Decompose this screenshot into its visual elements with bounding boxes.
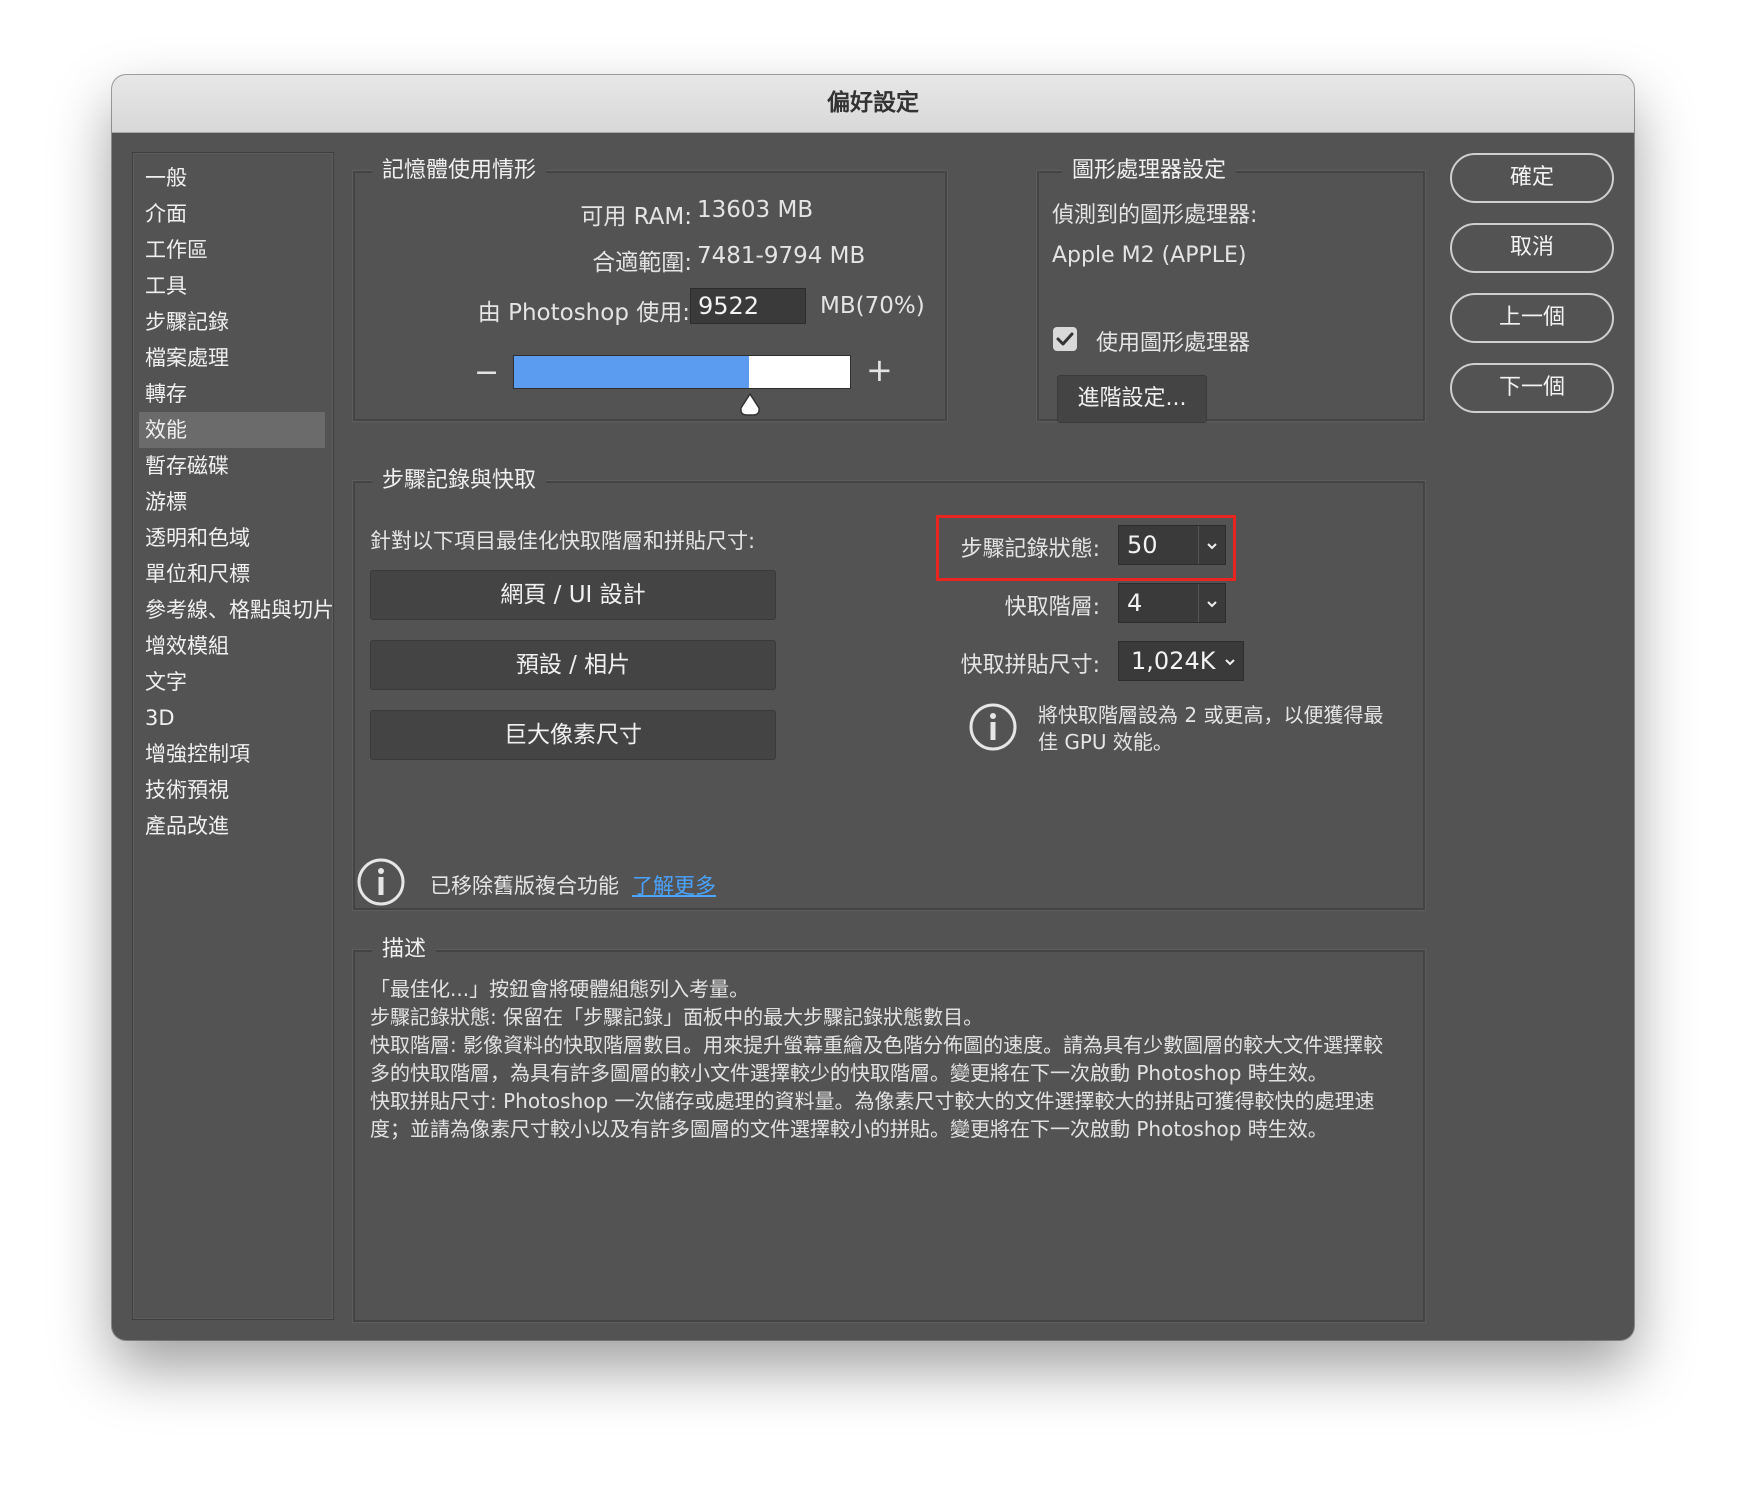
optimize-label: 針對以下項目最佳化快取階層和拼貼尺寸: bbox=[370, 529, 756, 553]
sidebar-item-cursors[interactable]: 游標 bbox=[139, 484, 325, 520]
preset-huge-pixel-button[interactable]: 巨大像素尺寸 bbox=[370, 710, 776, 760]
use-gpu-label: 使用圖形處理器 bbox=[1096, 331, 1251, 356]
info-circle-icon bbox=[969, 703, 1017, 751]
sidebar-item-tools[interactable]: 工具 bbox=[139, 268, 325, 304]
next-button[interactable]: 下一個 bbox=[1450, 363, 1614, 413]
history-cache-legend: 步驟記錄與快取 bbox=[372, 462, 547, 494]
history-states-label: 步驟記錄狀態: bbox=[960, 537, 1100, 562]
cache-levels-label: 快取階層: bbox=[1004, 595, 1100, 620]
available-ram-label: 可用 RAM: bbox=[580, 204, 692, 230]
checkmark-icon bbox=[1056, 332, 1074, 346]
sidebar-item-transparency-gamut[interactable]: 透明和色域 bbox=[139, 520, 325, 556]
sidebar-item-product-improvement[interactable]: 產品改進 bbox=[139, 808, 325, 844]
sidebar-item-type[interactable]: 文字 bbox=[139, 664, 325, 700]
use-gpu-checkbox[interactable] bbox=[1053, 327, 1077, 351]
sidebar-item-plugins[interactable]: 增效模組 bbox=[139, 628, 325, 664]
detected-gpu-value: Apple M2 (APPLE) bbox=[1052, 243, 1247, 268]
ideal-range-value: 7481-9794 MB bbox=[697, 243, 866, 269]
memory-slider-thumb[interactable] bbox=[739, 392, 761, 417]
sidebar-item-scratch-disks[interactable]: 暫存磁碟 bbox=[139, 448, 325, 484]
sidebar-item-technology-previews[interactable]: 技術預視 bbox=[139, 772, 325, 808]
sidebar-item-guides-grid-slices[interactable]: 參考線、格點與切片 bbox=[139, 592, 334, 628]
chevron-down-icon bbox=[1207, 601, 1217, 608]
select-separator bbox=[1198, 584, 1199, 622]
sidebar-item-history[interactable]: 步驟記錄 bbox=[139, 304, 325, 340]
memory-decrease-button[interactable]: − bbox=[474, 355, 499, 390]
preferences-dialog: 偏好設定 一般 介面 工作區 工具 步驟記錄 檔案處理 轉存 效能 暫存磁碟 游… bbox=[112, 75, 1634, 1340]
memory-slider-fill bbox=[514, 356, 750, 388]
sidebar-item-export[interactable]: 轉存 bbox=[139, 376, 325, 412]
description-line: 快取拼貼尺寸: Photoshop 一次儲存或處理的資料量。為像素尺寸較大的文件… bbox=[370, 1089, 1375, 1113]
chevron-down-icon bbox=[1225, 659, 1235, 666]
sidebar: 一般 介面 工作區 工具 步驟記錄 檔案處理 轉存 效能 暫存磁碟 游標 透明和… bbox=[132, 152, 334, 1320]
learn-more-link[interactable]: 了解更多 bbox=[632, 870, 716, 900]
description-legend: 描述 bbox=[372, 931, 437, 963]
previous-button[interactable]: 上一個 bbox=[1450, 293, 1614, 343]
memory-increase-button[interactable]: + bbox=[866, 351, 893, 389]
cancel-button[interactable]: 取消 bbox=[1450, 223, 1614, 273]
cache-tile-size-value: 1,024K bbox=[1131, 647, 1216, 675]
sidebar-item-3d[interactable]: 3D bbox=[139, 700, 325, 736]
ideal-range-label: 合適範圍: bbox=[592, 250, 692, 276]
memory-slider-track[interactable] bbox=[513, 355, 851, 389]
memory-usage-legend: 記憶體使用情形 bbox=[372, 152, 547, 184]
available-ram-value: 13603 MB bbox=[697, 197, 814, 223]
description-line: 度；並請為像素尺寸較小以及有許多圖層的文件選擇較小的拼貼。變更將在下一次啟動 P… bbox=[370, 1117, 1328, 1141]
sidebar-item-workspace[interactable]: 工作區 bbox=[139, 232, 325, 268]
description-line: 快取階層: 影像資料的快取階層數目。用來提升螢幕重繪及色階分佈圖的速度。請為具有… bbox=[370, 1033, 1384, 1057]
select-separator bbox=[1198, 526, 1199, 564]
sidebar-item-performance[interactable]: 效能 bbox=[139, 412, 325, 448]
sidebar-item-units-rulers[interactable]: 單位和尺標 bbox=[139, 556, 325, 592]
cache-levels-value: 4 bbox=[1127, 589, 1143, 617]
gpu-settings-legend: 圖形處理器設定 bbox=[1062, 152, 1237, 184]
cache-levels-select[interactable]: 4 bbox=[1118, 583, 1226, 623]
description-line: 「最佳化...」按鈕會將硬體組態列入考量。 bbox=[370, 977, 750, 1001]
sidebar-item-file-handling[interactable]: 檔案處理 bbox=[139, 340, 325, 376]
history-states-select[interactable]: 50 bbox=[1118, 525, 1226, 565]
cache-tile-size-label: 快取拼貼尺寸: bbox=[960, 653, 1100, 678]
gpu-tip-line-1: 將快取階層設為 2 或更高，以便獲得最 bbox=[1038, 703, 1384, 727]
photoshop-usage-label: 由 Photoshop 使用: bbox=[477, 300, 690, 326]
dialog-title: 偏好設定 bbox=[112, 75, 1634, 133]
legacy-compositing-notice: 已移除舊版複合功能 bbox=[430, 874, 619, 898]
gpu-tip-line-2: 佳 GPU 效能。 bbox=[1038, 730, 1173, 754]
history-states-value: 50 bbox=[1127, 531, 1158, 559]
preset-default-photos-button[interactable]: 預設 / 相片 bbox=[370, 640, 776, 690]
ok-button[interactable]: 確定 bbox=[1450, 153, 1614, 203]
preset-web-ui-button[interactable]: 網頁 / UI 設計 bbox=[370, 570, 776, 620]
sidebar-item-general[interactable]: 一般 bbox=[139, 160, 325, 196]
cache-tile-size-select[interactable]: 1,024K bbox=[1118, 641, 1244, 681]
advanced-settings-button[interactable]: 進階設定... bbox=[1057, 375, 1207, 423]
chevron-down-icon bbox=[1207, 543, 1217, 550]
memory-usage-unit: MB(70%) bbox=[820, 293, 925, 319]
memory-usage-input[interactable]: 9522 bbox=[690, 288, 806, 324]
detected-gpu-label: 偵測到的圖形處理器: bbox=[1052, 203, 1258, 228]
sidebar-item-enhanced-controls[interactable]: 增強控制項 bbox=[139, 736, 325, 772]
description-line: 多的快取階層，為具有許多圖層的較小文件選擇較少的快取階層。變更將在下一次啟動 P… bbox=[370, 1061, 1328, 1085]
description-line: 步驟記錄狀態: 保留在「步驟記錄」面板中的最大步驟記錄狀態數目。 bbox=[370, 1005, 984, 1029]
info-circle-icon bbox=[357, 858, 405, 906]
sidebar-item-interface[interactable]: 介面 bbox=[139, 196, 325, 232]
